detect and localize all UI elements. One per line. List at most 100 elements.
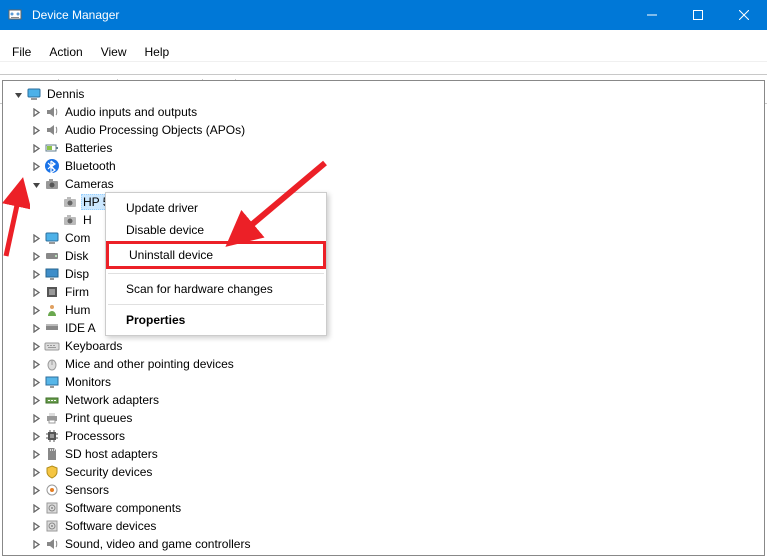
tree-category[interactable]: Processors: [7, 427, 760, 445]
expand-toggle[interactable]: [29, 519, 43, 533]
tree-label: Sound, video and game controllers: [63, 537, 252, 551]
expand-toggle[interactable]: [29, 321, 43, 335]
printer-icon: [43, 410, 61, 426]
tree-category[interactable]: Security devices: [7, 463, 760, 481]
context-separator: [108, 273, 324, 274]
tree-label: Hum: [63, 303, 92, 317]
close-button[interactable]: [721, 0, 767, 30]
tree-category[interactable]: Print queues: [7, 409, 760, 427]
expand-toggle[interactable]: [11, 87, 25, 101]
expand-toggle[interactable]: [29, 339, 43, 353]
tree-label: Dennis: [45, 87, 86, 101]
tree-label: Disk: [63, 249, 90, 263]
audio-icon: [43, 122, 61, 138]
expand-toggle[interactable]: [29, 465, 43, 479]
tree-label: Audio inputs and outputs: [63, 105, 199, 119]
expand-toggle[interactable]: [29, 285, 43, 299]
expand-toggle[interactable]: [29, 411, 43, 425]
app-icon: [0, 7, 30, 23]
menu-action[interactable]: Action: [41, 44, 90, 60]
expand-toggle[interactable]: [47, 195, 61, 209]
tree-category[interactable]: Sensors: [7, 481, 760, 499]
title-bar: Device Manager: [0, 0, 767, 30]
expand-toggle[interactable]: [29, 123, 43, 137]
maximize-button[interactable]: [675, 0, 721, 30]
expand-toggle[interactable]: [29, 105, 43, 119]
tree-label: Disp: [63, 267, 91, 281]
tree-label: Network adapters: [63, 393, 161, 407]
tree-category[interactable]: Software components: [7, 499, 760, 517]
expand-toggle[interactable]: [29, 501, 43, 515]
processor-icon: [43, 428, 61, 444]
menu-bar: FileActionViewHelp: [0, 42, 767, 62]
audio-icon: [43, 536, 61, 552]
context-separator: [108, 304, 324, 305]
tree-category[interactable]: Sound, video and game controllers: [7, 535, 760, 553]
expand-toggle[interactable]: [29, 537, 43, 551]
tree-label: H: [81, 213, 94, 227]
tree-category[interactable]: Keyboards: [7, 337, 760, 355]
tree-category[interactable]: Cameras: [7, 175, 760, 193]
tree-label: Audio Processing Objects (APOs): [63, 123, 247, 137]
disk-icon: [43, 248, 61, 264]
display-icon: [43, 266, 61, 282]
expand-toggle[interactable]: [29, 303, 43, 317]
tree-category[interactable]: Audio inputs and outputs: [7, 103, 760, 121]
menu-file[interactable]: File: [4, 44, 39, 60]
computer-icon: [25, 86, 43, 102]
expand-toggle[interactable]: [29, 267, 43, 281]
tree-category[interactable]: Audio Processing Objects (APOs): [7, 121, 760, 139]
tree-label: Bluetooth: [63, 159, 118, 173]
keyboard-icon: [43, 338, 61, 354]
tree-category[interactable]: Network adapters: [7, 391, 760, 409]
camera-icon: [43, 176, 61, 192]
tree-label: Keyboards: [63, 339, 124, 353]
expand-toggle[interactable]: [29, 483, 43, 497]
minimize-button[interactable]: [629, 0, 675, 30]
bluetooth-icon: [43, 158, 61, 174]
firmware-icon: [43, 284, 61, 300]
expand-toggle[interactable]: [29, 393, 43, 407]
expand-toggle[interactable]: [29, 159, 43, 173]
software-icon: [43, 500, 61, 516]
ide-icon: [43, 320, 61, 336]
tree-category[interactable]: Batteries: [7, 139, 760, 157]
tree-label: Firm: [63, 285, 91, 299]
context-item-update-driver[interactable]: Update driver: [106, 197, 326, 219]
expand-toggle[interactable]: [29, 177, 43, 191]
menu-view[interactable]: View: [93, 44, 135, 60]
tree-label: Software components: [63, 501, 183, 515]
tree-label: Mice and other pointing devices: [63, 357, 236, 371]
audio-icon: [43, 104, 61, 120]
tree-category[interactable]: SD host adapters: [7, 445, 760, 463]
monitor-icon: [43, 374, 61, 390]
tree-category[interactable]: Monitors: [7, 373, 760, 391]
tree-category[interactable]: Mice and other pointing devices: [7, 355, 760, 373]
context-item-scan-for-hardware-changes[interactable]: Scan for hardware changes: [106, 278, 326, 300]
expand-toggle[interactable]: [29, 357, 43, 371]
battery-icon: [43, 140, 61, 156]
context-item-disable-device[interactable]: Disable device: [106, 219, 326, 241]
context-item-properties[interactable]: Properties: [106, 309, 326, 331]
security-icon: [43, 464, 61, 480]
tree-category[interactable]: Software devices: [7, 517, 760, 535]
tree-category[interactable]: Bluetooth: [7, 157, 760, 175]
tree-root[interactable]: Dennis: [7, 85, 760, 103]
software-icon: [43, 518, 61, 534]
context-menu: Update driverDisable deviceUninstall dev…: [105, 192, 327, 336]
sd-icon: [43, 446, 61, 462]
mouse-icon: [43, 356, 61, 372]
window-title: Device Manager: [30, 8, 629, 22]
expand-toggle[interactable]: [29, 231, 43, 245]
expand-toggle[interactable]: [29, 141, 43, 155]
expand-toggle[interactable]: [29, 249, 43, 263]
expand-toggle[interactable]: [47, 213, 61, 227]
context-item-uninstall-device[interactable]: Uninstall device: [106, 241, 326, 269]
tree-label: SD host adapters: [63, 447, 160, 461]
expand-toggle[interactable]: [29, 429, 43, 443]
expand-toggle[interactable]: [29, 375, 43, 389]
expand-toggle[interactable]: [29, 447, 43, 461]
menu-help[interactable]: Help: [137, 44, 178, 60]
camera-dev-icon: [61, 212, 79, 228]
computer-icon: [43, 230, 61, 246]
